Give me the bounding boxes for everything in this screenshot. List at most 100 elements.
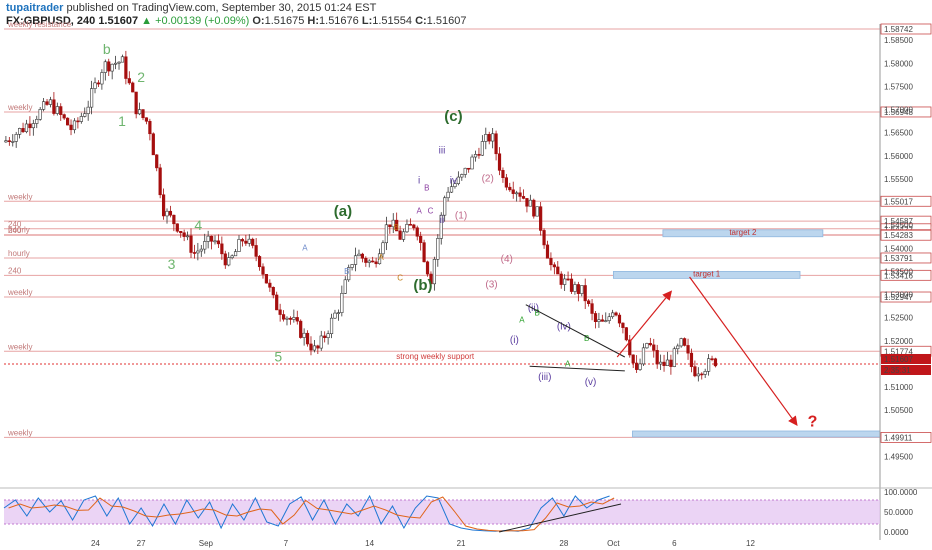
candle	[672, 348, 676, 367]
forecast-arrow	[689, 276, 798, 427]
candle	[7, 140, 11, 142]
candle	[268, 282, 272, 288]
y-tick-label: 1.58000	[884, 59, 913, 68]
candle	[497, 153, 502, 171]
candle	[484, 134, 488, 142]
x-tick-label: 12	[746, 539, 755, 548]
wave-label: (a)	[334, 203, 352, 220]
candle	[110, 63, 114, 72]
candle	[419, 235, 423, 243]
candle	[535, 206, 539, 217]
candle	[566, 278, 570, 281]
subwave-label: C	[428, 207, 434, 216]
candle	[227, 257, 231, 266]
osc-tick-label: 100.0000	[884, 488, 918, 497]
candle	[576, 284, 580, 294]
target-label: target 2	[729, 228, 757, 237]
candle	[72, 120, 77, 131]
candle	[21, 128, 25, 133]
wave-label: (c)	[444, 108, 462, 125]
x-tick-label: 28	[559, 539, 568, 548]
candle	[292, 317, 296, 320]
candle	[237, 239, 241, 252]
candle	[432, 259, 436, 285]
y-tick-label: 1.53500	[884, 267, 913, 276]
x-tick-label: 21	[457, 539, 466, 548]
candle	[676, 345, 680, 350]
level-label: 240	[8, 226, 22, 235]
candle	[86, 106, 90, 114]
candle	[59, 106, 63, 115]
wave-label: (iii)	[538, 372, 551, 383]
candle	[120, 56, 125, 63]
candle	[103, 61, 107, 73]
candle	[42, 101, 46, 110]
candle	[79, 116, 83, 122]
candle	[494, 133, 498, 155]
candle	[340, 292, 344, 313]
candle	[491, 133, 495, 142]
candle	[456, 176, 460, 184]
candle	[230, 255, 234, 258]
wave-label: iv	[450, 176, 457, 187]
candle	[652, 344, 656, 351]
candle	[559, 273, 563, 285]
candle	[521, 196, 526, 199]
candle	[467, 167, 471, 170]
candle	[35, 118, 39, 124]
subwave-label: C	[397, 274, 403, 283]
y-tick-label: 1.58500	[884, 36, 913, 45]
candle	[504, 177, 508, 188]
candle	[686, 345, 690, 354]
candle	[539, 206, 543, 231]
level-label: weekly resistance	[7, 20, 72, 29]
triangle-upper	[525, 304, 626, 358]
y-tick-label: 1.57000	[884, 106, 913, 115]
wave-label: 2	[137, 69, 145, 85]
candle	[700, 373, 704, 376]
candle	[669, 359, 673, 367]
level-price-tag: 1.58742	[884, 25, 913, 34]
candle	[569, 278, 574, 292]
wave-label: b	[103, 41, 111, 57]
triangle-lower	[529, 365, 625, 372]
countdown: 2:35:31	[884, 366, 911, 375]
candle	[508, 186, 512, 191]
chart-window: tupaitrader published on TradingView.com…	[0, 0, 932, 550]
price-axis: 1.51607 2:35:31 1.58500 1.58000 1.57500 1.570…	[0, 24, 932, 540]
candle	[134, 91, 138, 115]
candle	[552, 264, 556, 268]
candle	[185, 235, 190, 238]
candle	[573, 284, 577, 292]
level-label: weekly	[7, 288, 32, 297]
wave-label: i	[418, 176, 420, 187]
candle	[48, 99, 53, 105]
candle	[264, 274, 269, 284]
wave-label: (i)	[510, 335, 519, 346]
candle	[412, 224, 416, 229]
candle	[220, 243, 224, 255]
subwave-label: A	[565, 359, 571, 368]
wave-label: 1	[118, 113, 126, 129]
level-label: weekly	[7, 192, 32, 201]
candle	[38, 109, 42, 120]
candle	[364, 258, 368, 263]
support-label: strong weekly support	[396, 352, 475, 361]
candle	[480, 141, 484, 156]
candle	[398, 230, 402, 240]
wave-label: (3)	[485, 280, 497, 291]
candle	[24, 123, 29, 133]
candle	[223, 253, 227, 266]
osc-tick-label: 0.0000	[884, 528, 909, 537]
candle	[624, 327, 628, 341]
candle	[436, 238, 440, 260]
candle	[703, 371, 707, 375]
x-tick-label: 14	[365, 539, 374, 548]
candle	[487, 134, 491, 142]
question-mark: ?	[808, 413, 818, 430]
candle	[374, 261, 378, 265]
candle	[326, 333, 330, 338]
price-chart[interactable]: weekly resistance1.58742weekly1.56948wee…	[0, 0, 932, 550]
candle	[203, 241, 207, 250]
candle	[271, 286, 275, 296]
